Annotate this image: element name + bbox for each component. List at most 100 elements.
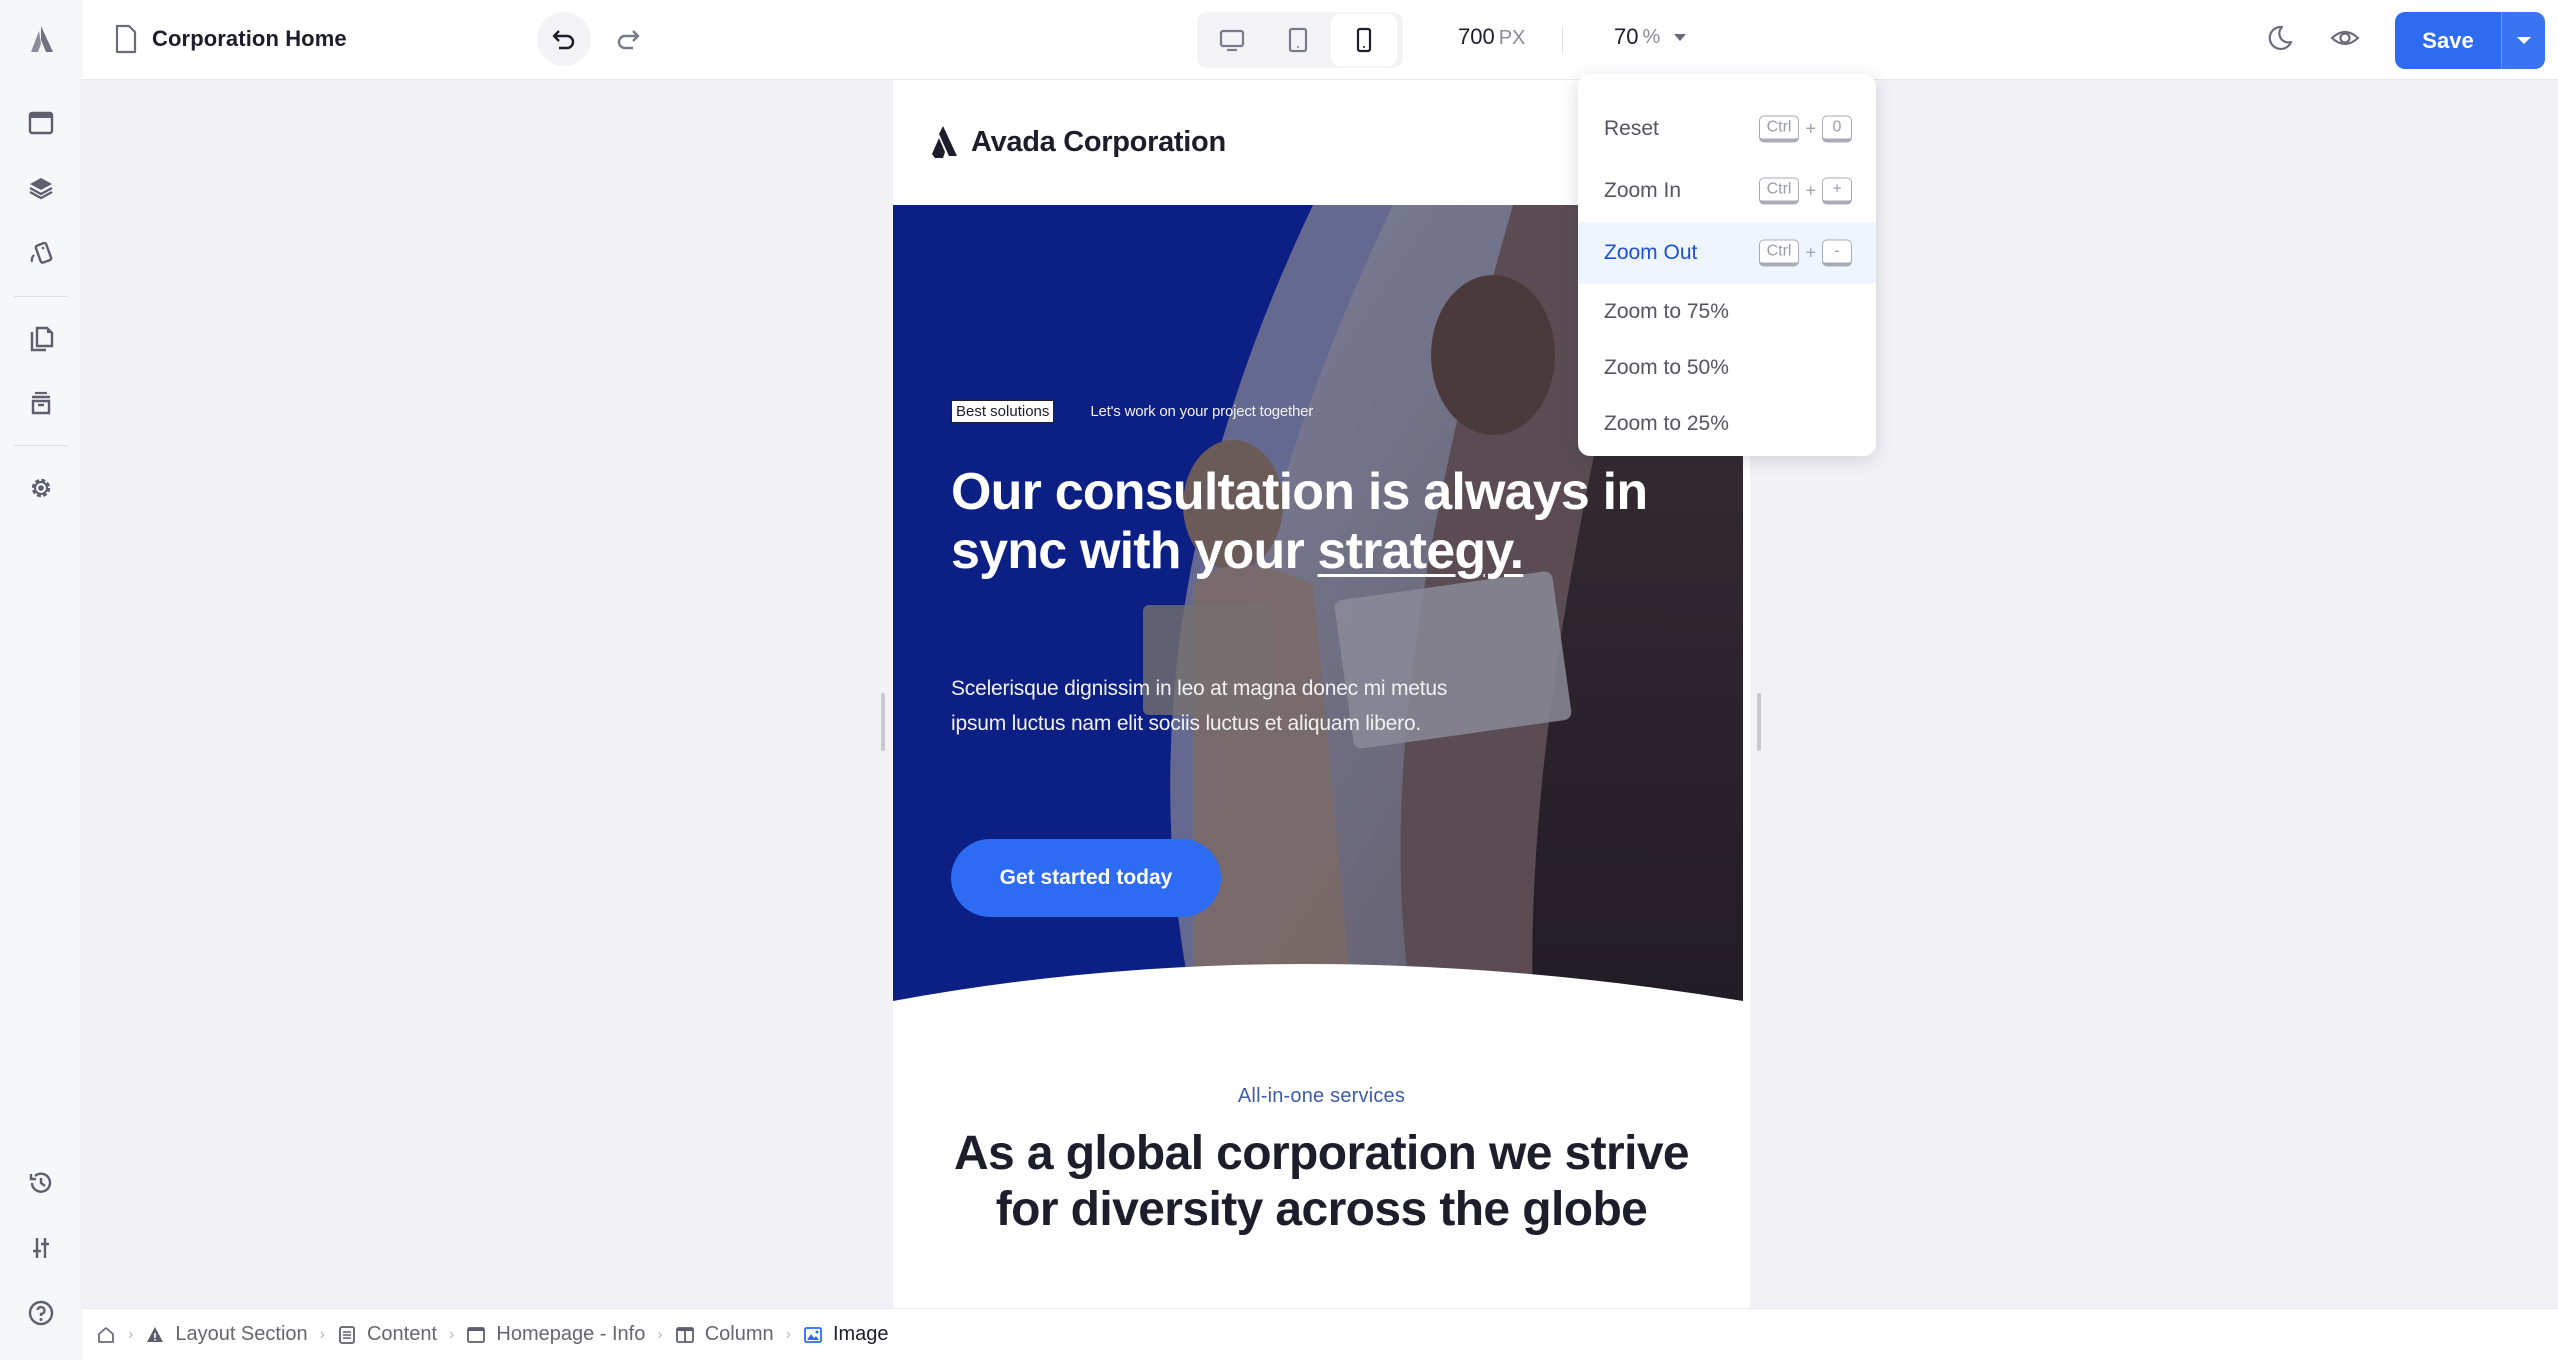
zoom-value: 70 (1614, 24, 1639, 49)
viewport-width-value: 700 (1458, 24, 1495, 49)
save-button-group: Save (2395, 12, 2545, 69)
avada-logo-icon[interactable] (24, 22, 58, 56)
hero-title-text: Our consultation is always in sync with … (951, 463, 1648, 580)
dark-mode-toggle[interactable] (2262, 20, 2298, 56)
device-desktop-button[interactable] (1199, 14, 1265, 66)
get-started-button[interactable]: Get started today (951, 839, 1221, 917)
preview-button[interactable] (2327, 20, 2363, 56)
zoom-menu-item-zoom-in[interactable]: Zoom In Ctrl + + (1578, 160, 1876, 222)
tablet-icon (1288, 27, 1308, 53)
breadcrumb-separator-icon: › (319, 1325, 325, 1343)
zoom-select[interactable]: 70 % (1614, 24, 1687, 50)
menu-item-label: Zoom to 50% (1604, 356, 1729, 379)
breadcrumb-container[interactable]: Homepage - Info (466, 1323, 645, 1346)
breadcrumb-column[interactable]: Column (675, 1323, 774, 1346)
sidebar-item-styles[interactable] (21, 234, 61, 274)
zoom-menu-item-zoom-out[interactable]: Zoom Out Ctrl + - (1578, 222, 1876, 284)
breadcrumb-label: Content (366, 1323, 438, 1345)
key: + (1822, 177, 1852, 205)
document-icon (115, 24, 137, 54)
container-icon (467, 1326, 486, 1343)
key-plus: + (1805, 242, 1816, 263)
zoom-unit: % (1642, 25, 1661, 48)
key: Ctrl (1758, 239, 1800, 267)
sidebar-item-layout[interactable] (21, 103, 61, 143)
device-tablet-button[interactable] (1265, 14, 1331, 66)
breadcrumb-label: Image (832, 1323, 889, 1345)
redo-button[interactable] (601, 12, 655, 66)
document-title-text: Corporation Home (152, 26, 347, 51)
toolbar-divider (1562, 26, 1563, 54)
key: Ctrl (1758, 115, 1800, 143)
column-icon (675, 1326, 694, 1343)
zoom-menu-item-25[interactable]: Zoom to 25% (1578, 396, 1876, 452)
content-icon (339, 1325, 355, 1344)
save-options-button[interactable] (2501, 12, 2545, 69)
resize-handle-right[interactable] (1757, 693, 1761, 751)
zoom-menu-item-reset[interactable]: Reset Ctrl + 0 (1578, 98, 1876, 160)
archive-icon (31, 391, 51, 415)
zoom-menu-item-75[interactable]: Zoom to 75% (1578, 284, 1876, 340)
sidebar-item-navigator[interactable] (21, 168, 61, 208)
site-name: Avada Corporation (971, 125, 1226, 158)
site-logo[interactable]: Avada Corporation (929, 124, 1226, 160)
menu-item-label: Zoom Out (1604, 241, 1698, 264)
viewport-width[interactable]: 700 PX (1458, 24, 1525, 50)
sidebar-item-library[interactable] (21, 383, 61, 423)
hero-tags: Best solutions Let's work on your projec… (951, 400, 1313, 423)
breadcrumb-image[interactable]: Image (803, 1323, 889, 1346)
breadcrumb-layout-section[interactable]: Layout Section (145, 1323, 308, 1346)
breadcrumb: › Layout Section › Content › Homepage - … (82, 1308, 2558, 1360)
moon-icon (2268, 25, 2293, 51)
sidebar-item-options[interactable] (21, 1228, 61, 1268)
device-switcher (1197, 12, 1403, 68)
resize-handle-left[interactable] (881, 693, 885, 751)
key: Ctrl (1758, 177, 1800, 205)
sidebar-item-pages[interactable] (21, 318, 61, 358)
breadcrumb-content[interactable]: Content (337, 1323, 437, 1346)
undo-button[interactable] (537, 12, 591, 66)
zoom-dropdown-menu: Reset Ctrl + 0 Zoom In Ctrl + + Zoom Out… (1578, 74, 1876, 456)
undo-icon (552, 30, 575, 50)
layout-section-icon (147, 1326, 164, 1342)
chevron-down-icon (1674, 33, 1687, 41)
keyboard-shortcut: Ctrl + 0 (1758, 115, 1852, 143)
top-toolbar: Corporation Home 700 PX 70 % Save (82, 0, 2558, 80)
pages-icon (30, 326, 54, 352)
menu-item-label: Reset (1604, 117, 1659, 140)
sidebar (0, 0, 82, 1360)
history-icon (29, 1172, 52, 1193)
mobile-icon (1356, 27, 1372, 53)
key: 0 (1822, 115, 1852, 143)
zoom-menu-item-50[interactable]: Zoom to 50% (1578, 340, 1876, 396)
gear-icon (31, 478, 51, 498)
breadcrumb-label: Column (704, 1323, 774, 1345)
redo-icon (617, 30, 640, 50)
hero-tagline: Let's work on your project together (1090, 403, 1314, 420)
builder-app: Corporation Home 700 PX 70 % Save Avada … (0, 0, 2558, 1360)
breadcrumb-separator-icon: › (785, 1325, 791, 1343)
viewport-width-unit: PX (1498, 27, 1526, 49)
services-title: As a global corporation we strive for di… (953, 1127, 1690, 1236)
image-icon (804, 1326, 822, 1343)
avada-logo-icon (932, 126, 957, 158)
device-mobile-button[interactable] (1331, 14, 1397, 66)
sidebar-item-history[interactable] (21, 1163, 61, 1203)
hero-wave-divider (893, 964, 1743, 1007)
hero-description: Scelerisque dignissim in leo at magna do… (951, 677, 1448, 735)
breadcrumb-separator-icon: › (449, 1325, 455, 1343)
help-icon (28, 1300, 54, 1326)
sidebar-item-help[interactable] (21, 1293, 61, 1333)
breadcrumb-label: Homepage - Info (496, 1323, 646, 1345)
save-button[interactable]: Save (2395, 12, 2501, 69)
services-kicker: All-in-one services (1237, 1085, 1406, 1107)
window-icon (28, 111, 54, 135)
sidebar-item-settings[interactable] (21, 468, 61, 508)
home-icon (98, 1326, 114, 1343)
breadcrumb-home[interactable] (96, 1325, 116, 1345)
document-title[interactable]: Corporation Home (114, 24, 347, 54)
menu-item-label: Zoom to 25% (1604, 412, 1729, 435)
hero-title: Our consultation is always in sync with … (951, 463, 1651, 581)
breadcrumb-separator-icon: › (128, 1325, 134, 1343)
menu-item-label: Zoom In (1604, 179, 1682, 202)
